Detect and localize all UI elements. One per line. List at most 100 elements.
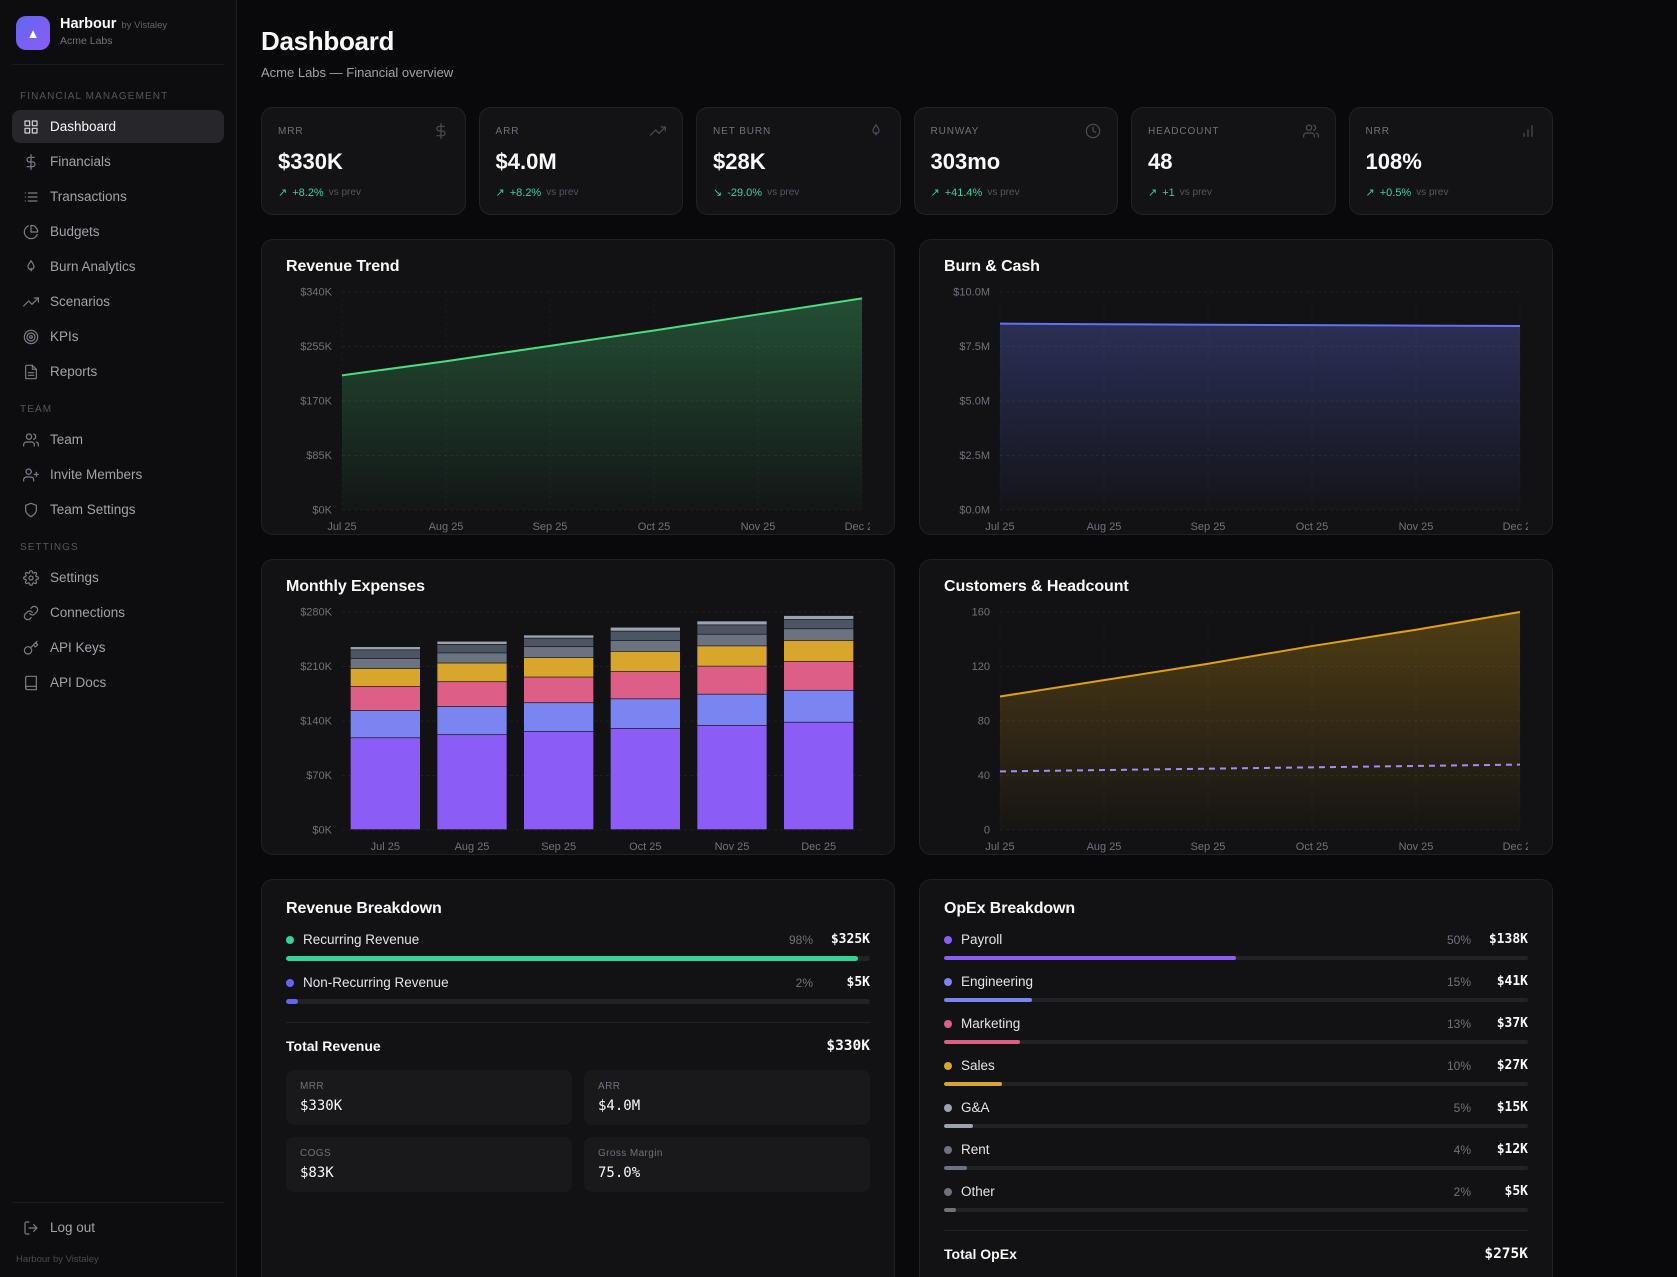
sidebar-item-label: Burn Analytics: [50, 259, 136, 274]
breakdown-label: Marketing: [961, 1016, 1020, 1031]
svg-text:Nov 25: Nov 25: [1399, 521, 1434, 533]
breakdown-row: Recurring Revenue98%$325K: [286, 932, 870, 961]
svg-text:Aug 25: Aug 25: [1087, 521, 1122, 533]
kpi-delta-suffix: vs prev: [767, 187, 799, 198]
breakdown-value: $138K: [1480, 932, 1528, 947]
svg-text:Aug 25: Aug 25: [429, 521, 464, 533]
sidebar-item-api-docs[interactable]: API Docs: [12, 666, 224, 699]
content-container: Dashboard Acme Labs — Financial overview…: [261, 26, 1553, 1277]
breakdown-pct: 15%: [1447, 975, 1471, 989]
breakdown-row: Sales10%$27K: [944, 1058, 1528, 1086]
shield-icon: [23, 502, 39, 518]
kpi-delta-arrow-icon: ↗: [278, 186, 287, 199]
breakdown-pct: 2%: [1454, 1185, 1471, 1199]
breakdown-label: Rent: [961, 1142, 990, 1157]
kpi-delta-suffix: vs prev: [329, 187, 361, 198]
chart-icon: [1520, 123, 1536, 139]
users-icon: [1303, 123, 1319, 139]
list-icon: [23, 189, 39, 205]
burn-cash-svg: $0.0M$2.5M$5.0M$7.5M$10.0MJul 25Aug 25Se…: [944, 282, 1528, 536]
breakdown-row-header: Non-Recurring Revenue2%$5K: [286, 975, 870, 990]
breakdown-row-header: Marketing13%$37K: [944, 1016, 1528, 1031]
sidebar-item-label: KPIs: [50, 329, 79, 344]
sidebar-item-api-keys[interactable]: API Keys: [12, 631, 224, 664]
sidebar-item-team[interactable]: Team: [12, 423, 224, 456]
nav-section-title: Financial Management: [20, 91, 216, 102]
sidebar-item-team-settings[interactable]: Team Settings: [12, 493, 224, 526]
sidebar-item-scenarios[interactable]: Scenarios: [12, 285, 224, 318]
svg-text:Sep 25: Sep 25: [1191, 841, 1226, 853]
progress-track: [944, 956, 1528, 960]
sidebar-item-financials[interactable]: Financials: [12, 145, 224, 178]
grid-icon: [23, 119, 39, 135]
kpi-card-net-burn: NET BURN$28K↘-29.0%vs prev: [696, 107, 901, 215]
sidebar-item-transactions[interactable]: Transactions: [12, 180, 224, 213]
sidebar-item-invite-members[interactable]: Invite Members: [12, 458, 224, 491]
breakdown-pct: 10%: [1447, 1059, 1471, 1073]
breakdown-pct: 2%: [796, 976, 813, 990]
svg-text:$0.0M: $0.0M: [959, 505, 990, 517]
kpi-delta-value: +0.5%: [1380, 187, 1412, 199]
stat-value: 75.0%: [598, 1165, 856, 1181]
target-icon: [23, 329, 39, 345]
sidebar-item-budgets[interactable]: Budgets: [12, 215, 224, 248]
brand: ▲ Harbour by Vistaley Acme Labs: [12, 14, 224, 65]
svg-text:Dec 25: Dec 25: [845, 521, 870, 533]
breakdown-value: $5K: [1480, 1184, 1528, 1199]
svg-text:Jul 25: Jul 25: [371, 841, 400, 853]
stat-label: COGS: [300, 1148, 558, 1159]
brand-text: Harbour by Vistaley Acme Labs: [60, 16, 167, 47]
sidebar-item-label: Connections: [50, 605, 125, 620]
kpi-delta-arrow-icon: ↗: [1366, 186, 1375, 199]
total-opex-value: $275K: [1484, 1246, 1528, 1262]
breakdown-value: $325K: [822, 932, 870, 947]
card-title: Customers & Headcount: [944, 578, 1528, 596]
breakdown-row: Engineering15%$41K: [944, 974, 1528, 1002]
sidebar-item-kpis[interactable]: KPIs: [12, 320, 224, 353]
breakdown-row-header: Sales10%$27K: [944, 1058, 1528, 1073]
kpi-card-runway: RUNWAY303mo↗+41.4%vs prev: [914, 107, 1119, 215]
sidebar-item-dashboard[interactable]: Dashboard: [12, 110, 224, 143]
flame-icon: [868, 123, 884, 139]
svg-text:Dec 25: Dec 25: [1503, 841, 1528, 853]
kpi-card-arr: ARR$4.0M↗+8.2%vs prev: [479, 107, 684, 215]
breakdown-value: $15K: [1480, 1100, 1528, 1115]
stat-value: $83K: [300, 1165, 558, 1181]
progress-fill: [944, 1208, 956, 1212]
kpi-delta-arrow-icon: ↗: [1148, 186, 1157, 199]
breakdown-row-header: Recurring Revenue98%$325K: [286, 932, 870, 947]
breakdown-pct: 50%: [1447, 933, 1471, 947]
progress-track: [944, 1166, 1528, 1170]
logout-button[interactable]: Log out: [12, 1211, 224, 1244]
sidebar-item-burn-analytics[interactable]: Burn Analytics: [12, 250, 224, 283]
svg-text:Jul 25: Jul 25: [985, 841, 1014, 853]
app-name: Harbour: [60, 16, 116, 32]
card-customers-headcount: Customers & Headcount 04080120160Jul 25A…: [919, 559, 1553, 855]
kpi-card-headcount: HEADCOUNT48↗+1vs prev: [1131, 107, 1336, 215]
progress-fill: [286, 999, 298, 1004]
kpi-value: 303mo: [931, 149, 1102, 175]
breakdown-row: Rent4%$12K: [944, 1142, 1528, 1170]
series-dot: [286, 936, 294, 944]
kpi-delta: ↗+1vs prev: [1148, 186, 1319, 199]
sidebar-item-reports[interactable]: Reports: [12, 355, 224, 388]
total-opex-row: Total OpEx $275K: [944, 1230, 1528, 1262]
svg-text:Aug 25: Aug 25: [1087, 841, 1122, 853]
svg-text:Nov 25: Nov 25: [741, 521, 776, 533]
kpi-delta-arrow-icon: ↗: [496, 186, 505, 199]
svg-text:0: 0: [984, 825, 990, 837]
card-title: Revenue Trend: [286, 258, 870, 276]
user-plus-icon: [23, 467, 39, 483]
svg-text:Dec 25: Dec 25: [801, 841, 836, 853]
sidebar-item-settings[interactable]: Settings: [12, 561, 224, 594]
progress-track: [286, 999, 870, 1004]
card-monthly-expenses: Monthly Expenses $0K$70K$140K$210K$280KJ…: [261, 559, 895, 855]
breakdown-row: G&A5%$15K: [944, 1100, 1528, 1128]
stat-label: MRR: [300, 1081, 558, 1092]
sidebar-item-connections[interactable]: Connections: [12, 596, 224, 629]
kpi-delta-value: +8.2%: [510, 187, 542, 199]
svg-text:Oct 25: Oct 25: [638, 521, 670, 533]
kpi-value: $330K: [278, 149, 449, 175]
breakdown-pct: 13%: [1447, 1017, 1471, 1031]
monthly-expenses-svg: $0K$70K$140K$210K$280KJul 25Aug 25Sep 25…: [286, 602, 870, 856]
